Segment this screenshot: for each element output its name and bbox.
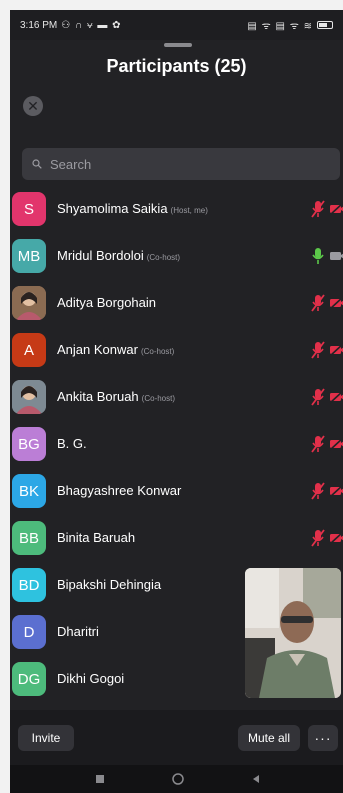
participant-role-tag: (Host, me) [170, 206, 208, 215]
avatar-photo [12, 380, 46, 414]
drag-handle[interactable] [164, 43, 192, 47]
status-left: 3:16 PM ⚇ ∩ ⩝ ▬ ✿ [20, 20, 122, 31]
mute-all-button[interactable]: Mute all [238, 725, 300, 751]
search-icon [32, 159, 42, 169]
battery-icon [317, 21, 333, 29]
status-bar: 3:16 PM ⚇ ∩ ⩝ ▬ ✿ ▤ ᯤ ▤ ᯤ ≋ [10, 10, 343, 40]
participant-name: B. G. [57, 436, 87, 451]
participant-name-line: Binita Baruah [57, 530, 135, 545]
participant-row[interactable]: Ankita Boruah (Co-host) [10, 374, 343, 421]
back-icon[interactable] [250, 773, 262, 785]
avatar: BD [12, 568, 46, 602]
invite-button[interactable]: Invite [18, 725, 74, 751]
participant-row[interactable]: MB Mridul Bordoloi (Co-host) [10, 233, 343, 280]
participant-role-tag: (Co-host) [141, 394, 176, 403]
avatar: DG [12, 662, 46, 696]
avatar: BG [12, 427, 46, 461]
avatar-initials: S [23, 200, 34, 218]
participant-row[interactable]: BG B. G. [10, 421, 343, 468]
participant-name-line: Dharitri [57, 624, 99, 639]
participant-role-tag: (Co-host) [146, 253, 181, 262]
participant-name-line: Anjan Konwar (Co-host) [57, 342, 174, 357]
participant-row[interactable]: Aditya Borgohain [10, 280, 343, 327]
search-placeholder: Search [50, 156, 92, 172]
participant-row[interactable]: BK Bhagyashree Konwar [10, 468, 343, 515]
participant-name: Anjan Konwar [57, 342, 138, 357]
video-on-icon[interactable] [329, 249, 343, 263]
mic-muted-icon[interactable] [311, 294, 325, 312]
participant-row[interactable]: BB Binita Baruah [10, 515, 343, 562]
participant-name: Dharitri [57, 624, 99, 639]
bottom-bar: Invite Mute all ··· [10, 710, 343, 765]
avatar-initials: A [23, 341, 34, 359]
avatar-initials: MB [17, 247, 41, 265]
search-input[interactable]: Search [22, 148, 340, 180]
avatar: S [12, 192, 46, 226]
avatar-initials: BB [18, 529, 39, 547]
mic-muted-icon[interactable] [311, 482, 325, 500]
notification-icons: ⚇ ∩ ⩝ ▬ ✿ [61, 19, 122, 31]
avatar-initials: D [23, 623, 35, 641]
recent-apps-icon[interactable] [94, 773, 106, 785]
participant-name: Bipakshi Dehingia [57, 577, 162, 592]
avatar-initials: BK [18, 482, 39, 500]
participant-name-line: Bipakshi Dehingia [57, 577, 161, 592]
video-off-icon[interactable] [329, 484, 343, 498]
close-icon: ✕ [27, 97, 39, 114]
avatar-initials: DG [17, 670, 41, 688]
participant-row[interactable]: A Anjan Konwar (Co-host) [10, 327, 343, 374]
participant-name-line: Ankita Boruah (Co-host) [57, 389, 175, 404]
video-off-icon[interactable] [329, 531, 343, 545]
video-off-icon[interactable] [329, 296, 343, 310]
status-right: ▤ ᯤ ▤ ᯤ ≋ [247, 18, 333, 32]
participant-name: Ankita Boruah [57, 389, 139, 404]
participants-screen: 3:16 PM ⚇ ∩ ⩝ ▬ ✿ ▤ ᯤ ▤ ᯤ ≋ Participants… [10, 10, 343, 793]
avatar: MB [12, 239, 46, 273]
close-button[interactable]: ✕ [23, 96, 43, 116]
avatar: BK [12, 474, 46, 508]
participant-name: Mridul Bordoloi [57, 248, 144, 263]
participant-name-line: Dikhi Gogoi [57, 671, 124, 686]
participant-role-tag: (Co-host) [140, 347, 175, 356]
participant-name-line: Mridul Bordoloi (Co-host) [57, 248, 180, 263]
participant-row[interactable]: S Shyamolima Saikia (Host, me) [10, 186, 343, 233]
participant-name-line: B. G. [57, 436, 87, 451]
android-nav-bar [10, 765, 343, 793]
mic-muted-icon[interactable] [311, 529, 325, 547]
mic-on-icon[interactable] [311, 247, 325, 265]
home-icon[interactable] [172, 773, 184, 785]
participant-name-line: Shyamolima Saikia (Host, me) [57, 201, 208, 216]
participant-name-line: Bhagyashree Konwar [57, 483, 181, 498]
video-off-icon[interactable] [329, 390, 343, 404]
avatar: D [12, 615, 46, 649]
video-off-icon[interactable] [329, 343, 343, 357]
participant-name-line: Aditya Borgohain [57, 295, 156, 310]
avatar-initials: BD [18, 576, 40, 594]
avatar-photo [12, 286, 46, 320]
participant-name: Shyamolima Saikia [57, 201, 168, 216]
video-thumbnail-image [245, 568, 341, 698]
avatar [12, 286, 46, 320]
mic-muted-icon[interactable] [311, 341, 325, 359]
participant-name: Dikhi Gogoi [57, 671, 125, 686]
mic-muted-icon[interactable] [311, 435, 325, 453]
participant-name: Bhagyashree Konwar [57, 483, 182, 498]
self-video-preview[interactable] [245, 568, 341, 698]
more-options-button[interactable]: ··· [308, 725, 338, 751]
participant-name: Aditya Borgohain [57, 295, 157, 310]
status-time: 3:16 PM [20, 19, 58, 31]
video-off-icon[interactable] [329, 437, 343, 451]
avatar: A [12, 333, 46, 367]
signal-wifi-icons: ▤ ᯤ ▤ ᯤ ≋ [247, 21, 313, 32]
avatar: BB [12, 521, 46, 555]
participant-name: Binita Baruah [57, 530, 136, 545]
video-off-icon[interactable] [329, 202, 343, 216]
avatar-initials: BG [18, 435, 40, 453]
mic-muted-icon[interactable] [311, 388, 325, 406]
panel-header: Participants (25) ✕ [10, 40, 343, 138]
mic-muted-icon[interactable] [311, 200, 325, 218]
page-title: Participants (25) [106, 56, 247, 76]
avatar [12, 380, 46, 414]
